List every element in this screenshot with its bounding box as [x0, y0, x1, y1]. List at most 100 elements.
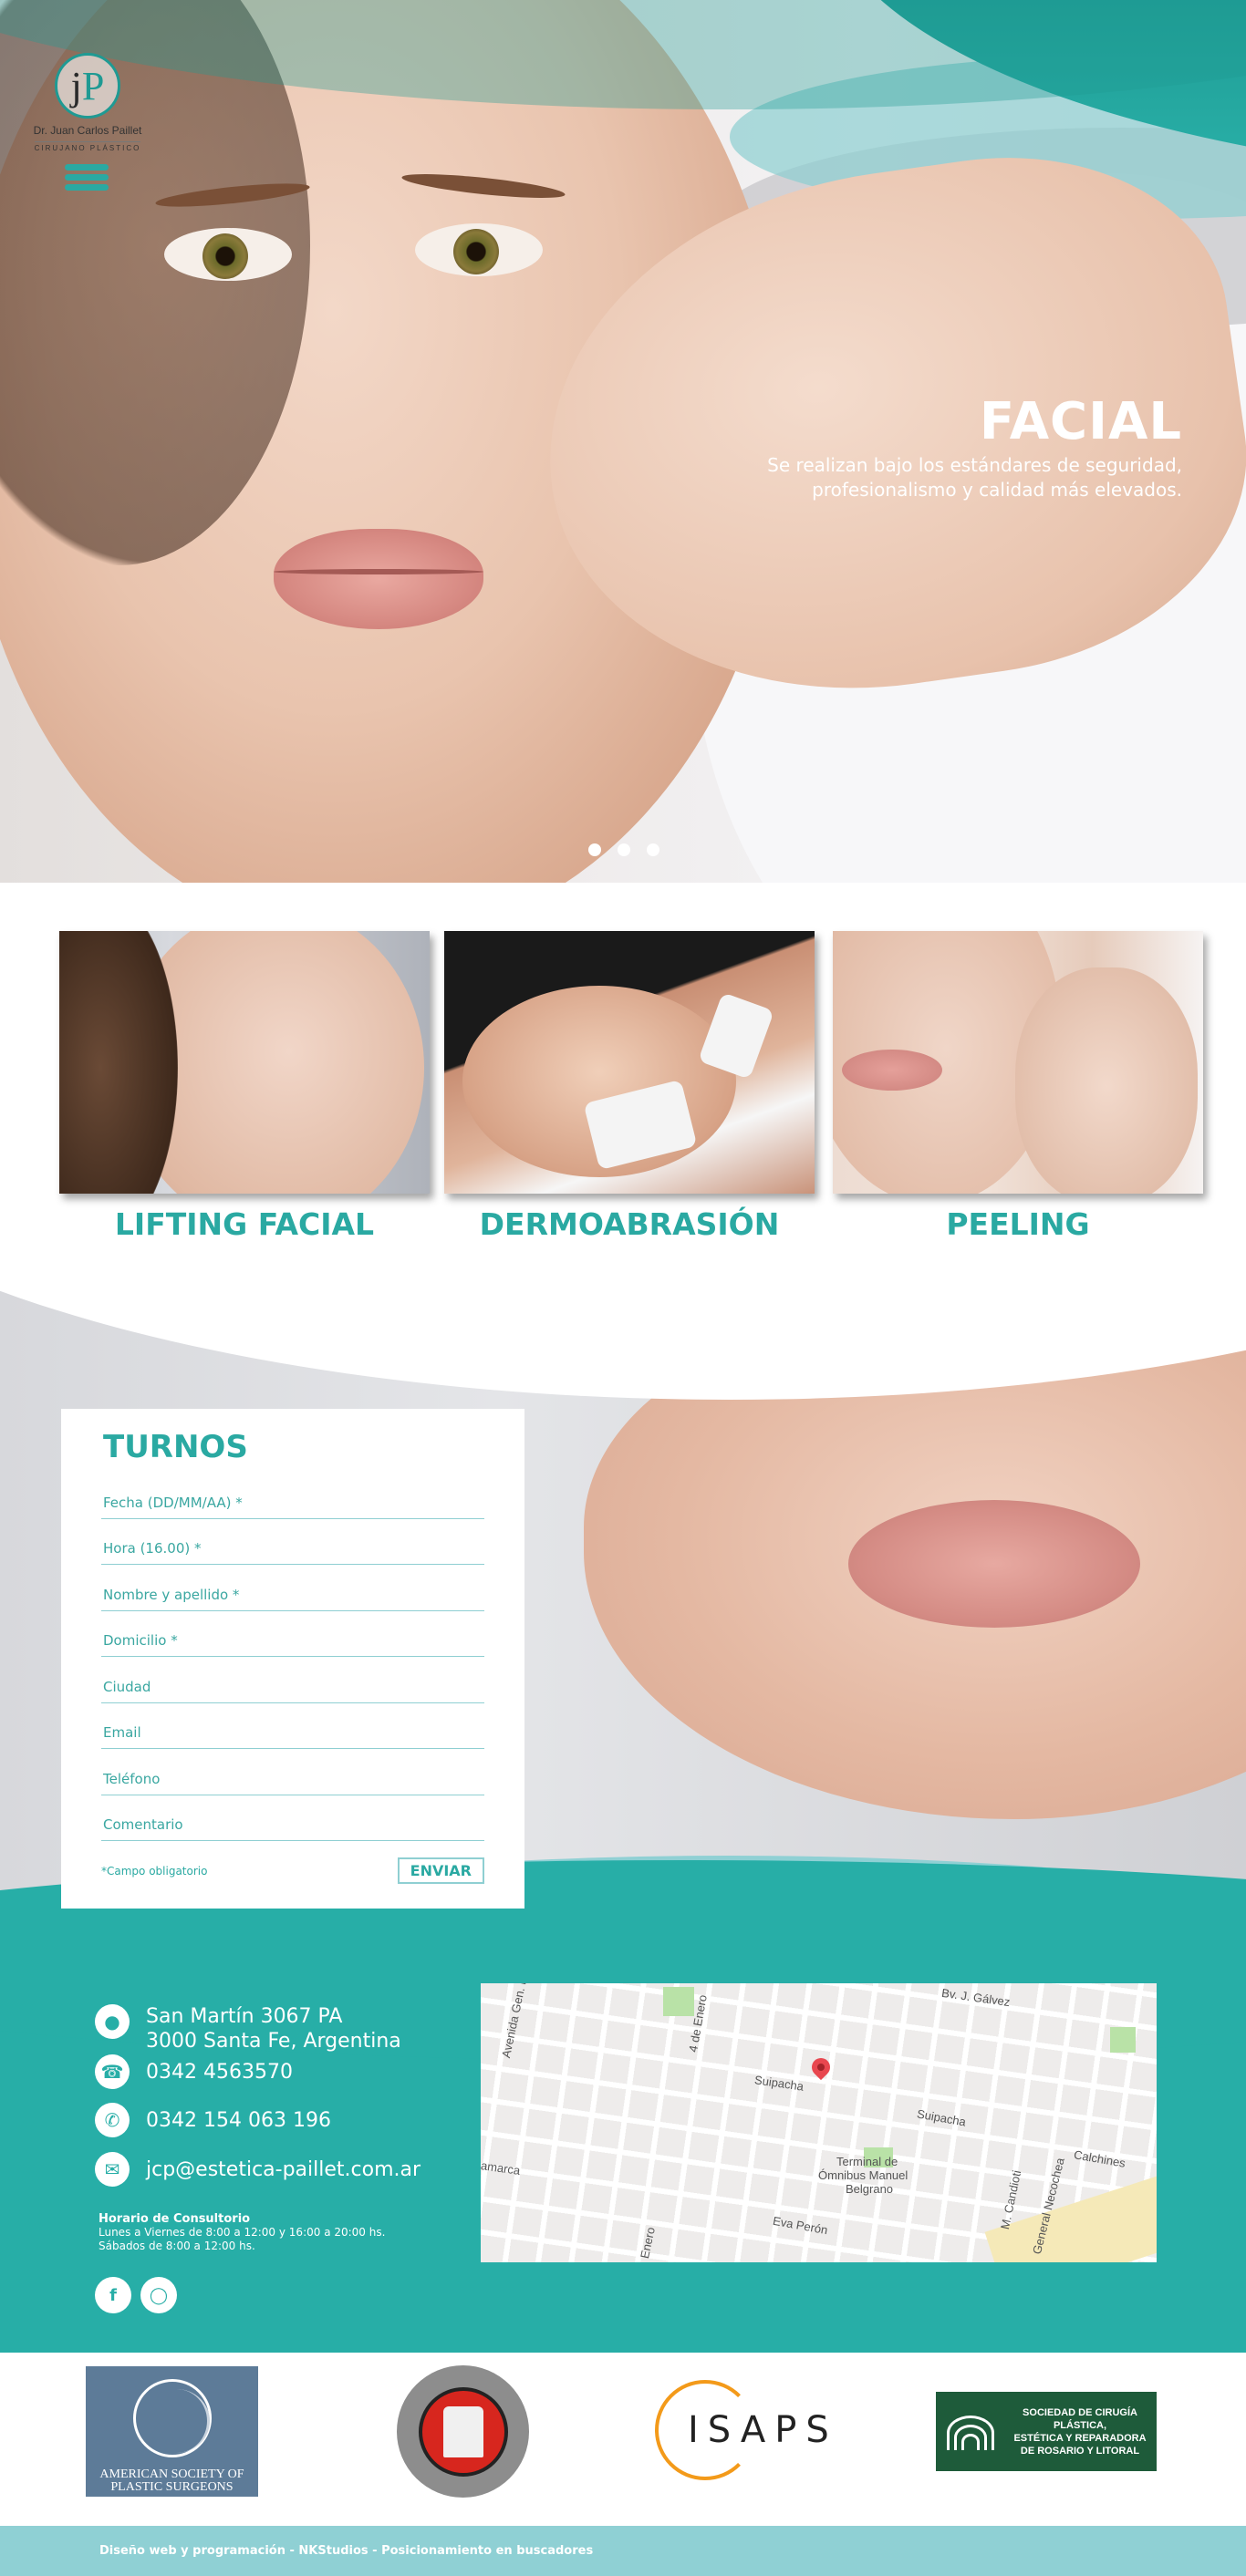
- map-label: Suipacha: [753, 2073, 805, 2094]
- field-city: [101, 1657, 484, 1703]
- map-label: Suipacha: [916, 2106, 968, 2129]
- contact-whatsapp[interactable]: ✆ 0342 154 063 196: [95, 2103, 331, 2137]
- asps-logo[interactable]: AMERICAN SOCIETY OF PLASTIC SURGEONS: [86, 2366, 258, 2497]
- isaps-text: ISAPS: [688, 2409, 838, 2451]
- address-input[interactable]: [101, 1632, 484, 1649]
- service-image-lifting[interactable]: [59, 931, 430, 1194]
- slider-dot-1[interactable]: [588, 843, 601, 856]
- service-image-peeling[interactable]: [833, 931, 1203, 1194]
- hero-subtitle-line1: Se realizan bajo los estándares de segur…: [767, 454, 1182, 476]
- booking-model-lips: [848, 1500, 1140, 1628]
- field-phone: [101, 1749, 484, 1795]
- service-card-dermoabrasion[interactable]: DERMOABRASIÓN: [444, 931, 815, 1242]
- hero-slider: jP Dr. Juan Carlos Paillet CIRUJANO PLÁS…: [0, 0, 1246, 883]
- hours-title: Horario de Consultorio: [99, 2212, 251, 2226]
- contact-email[interactable]: ✉ jcp@estetica-paillet.com.ar: [95, 2152, 421, 2187]
- peeling-hand: [1015, 967, 1198, 1194]
- service-image-dermoabrasion[interactable]: [444, 931, 815, 1194]
- logo-monogram-p: P: [81, 63, 105, 109]
- contact-phone[interactable]: ☎ 0342 4563570: [95, 2054, 293, 2089]
- location-pin-icon: ●: [95, 2004, 130, 2039]
- contact-address: ● San Martín 3067 PA 3000 Santa Fe, Arge…: [95, 2004, 401, 2054]
- site-footer: Diseño web y programación - NKStudios - …: [0, 2526, 1246, 2576]
- form-footer: *Campo obligatorio ENVIAR: [101, 1857, 484, 1884]
- map-label: Ómnibus Manuel: [818, 2168, 909, 2182]
- hero-subtitle-line2: profesionalismo y calidad más elevados.: [812, 479, 1182, 501]
- city-input[interactable]: [101, 1678, 484, 1695]
- hero-title: FACIAL: [979, 392, 1182, 451]
- scp-rosario-logo[interactable]: SOCIEDAD DE CIRUGÍA PLÁSTICA, ESTÉTICA Y…: [936, 2392, 1157, 2471]
- map-label: Terminal de: [836, 2155, 898, 2168]
- map-label: Belgrano: [846, 2182, 894, 2196]
- email-input[interactable]: [101, 1724, 484, 1741]
- sacp-seal-logo[interactable]: [397, 2365, 529, 2498]
- slider-dot-3[interactable]: [647, 843, 659, 856]
- logo-name: Dr. Juan Carlos Paillet: [33, 124, 142, 137]
- email-icon: ✉: [95, 2152, 130, 2187]
- phone-text[interactable]: 0342 4563570: [146, 2054, 293, 2085]
- logo-monogram-j: j: [70, 63, 82, 109]
- field-date: [101, 1473, 484, 1519]
- scp-line3: DE ROSARIO Y LITORAL: [1020, 2445, 1140, 2457]
- site-logo[interactable]: jP Dr. Juan Carlos Paillet CIRUJANO PLÁS…: [24, 53, 151, 154]
- map-label: Avenida Gen. López: [499, 1983, 535, 2060]
- map-park: [1110, 2027, 1136, 2053]
- asps-ring-icon: [132, 2379, 212, 2457]
- footer-credits[interactable]: Diseño web y programación - NKStudios - …: [99, 2544, 593, 2558]
- facebook-icon[interactable]: f: [95, 2277, 131, 2313]
- scp-text: SOCIEDAD DE CIRUGÍA PLÁSTICA, ESTÉTICA Y…: [1003, 2406, 1157, 2457]
- map-park: [663, 1987, 694, 2016]
- hero-caption: FACIAL Se realizan bajo los estándares d…: [711, 392, 1182, 502]
- logo-monogram-icon: jP: [55, 53, 120, 119]
- hero-eye-right: [415, 223, 543, 276]
- map-marker-icon[interactable]: [807, 2054, 835, 2081]
- scp-arcs-icon: [947, 2414, 994, 2450]
- form-title: TURNOS: [103, 1429, 248, 1465]
- sacp-column-icon: [418, 2386, 508, 2477]
- hamburger-menu-icon[interactable]: [65, 164, 109, 193]
- peeling-lips: [842, 1050, 942, 1091]
- map-label: Calchines: [1073, 2147, 1127, 2170]
- comment-input[interactable]: [101, 1816, 484, 1833]
- location-map[interactable]: Bv. J. Gálvez Avenida Gen. López 4 de En…: [481, 1983, 1157, 2262]
- office-hours: Horario de Consultorio Lunes a Viernes d…: [99, 2212, 385, 2253]
- name-input[interactable]: [101, 1586, 484, 1603]
- hero-eye-left: [164, 228, 292, 281]
- field-email: [101, 1703, 484, 1749]
- address-text: San Martín 3067 PA 3000 Santa Fe, Argent…: [146, 2004, 401, 2054]
- address-line2: 3000 Santa Fe, Argentina: [146, 2030, 401, 2053]
- phone-input[interactable]: [101, 1770, 484, 1787]
- service-label-peeling[interactable]: PEELING: [833, 1206, 1203, 1242]
- service-label-dermoabrasion[interactable]: DERMOABRASIÓN: [444, 1206, 815, 1242]
- whatsapp-icon: ✆: [95, 2103, 130, 2137]
- field-comment: [101, 1795, 484, 1841]
- service-label-lifting[interactable]: LIFTING FACIAL: [59, 1206, 430, 1242]
- logo-subtitle: CIRUJANO PLÁSTICO: [34, 141, 141, 152]
- map-label: amarca: [481, 2158, 522, 2178]
- slider-dots: [588, 843, 659, 856]
- social-links: f ◯: [95, 2277, 177, 2313]
- service-card-lifting[interactable]: LIFTING FACIAL: [59, 931, 430, 1242]
- required-note: *Campo obligatorio: [101, 1864, 208, 1878]
- slider-dot-2[interactable]: [618, 843, 630, 856]
- scp-line1: SOCIEDAD DE CIRUGÍA PLÁSTICA,: [1023, 2406, 1137, 2431]
- time-input[interactable]: [101, 1540, 484, 1557]
- field-name: [101, 1565, 484, 1611]
- scp-line2: ESTÉTICA Y REPARADORA: [1013, 2432, 1147, 2444]
- map-label: Eva Perón: [772, 2213, 829, 2238]
- map-label: Enero: [638, 2226, 658, 2260]
- hero-lips: [274, 529, 483, 629]
- email-text[interactable]: jcp@estetica-paillet.com.ar: [146, 2152, 421, 2182]
- instagram-icon[interactable]: ◯: [140, 2277, 177, 2313]
- isaps-logo[interactable]: ISAPS: [653, 2380, 832, 2480]
- date-input[interactable]: [101, 1494, 484, 1511]
- hours-weekdays: Lunes a Viernes de 8:00 a 12:00 y 16:00 …: [99, 2226, 386, 2239]
- submit-button[interactable]: ENVIAR: [397, 1857, 484, 1884]
- lifting-hair: [59, 931, 178, 1194]
- phone-icon: ☎: [95, 2054, 130, 2089]
- whatsapp-text[interactable]: 0342 154 063 196: [146, 2103, 331, 2133]
- appointment-form: TURNOS *Campo obligatorio ENVIAR: [61, 1409, 524, 1909]
- service-card-peeling[interactable]: PEELING: [833, 931, 1203, 1242]
- hours-saturday: Sábados de 8:00 a 12:00 hs.: [99, 2240, 255, 2252]
- field-time: [101, 1519, 484, 1565]
